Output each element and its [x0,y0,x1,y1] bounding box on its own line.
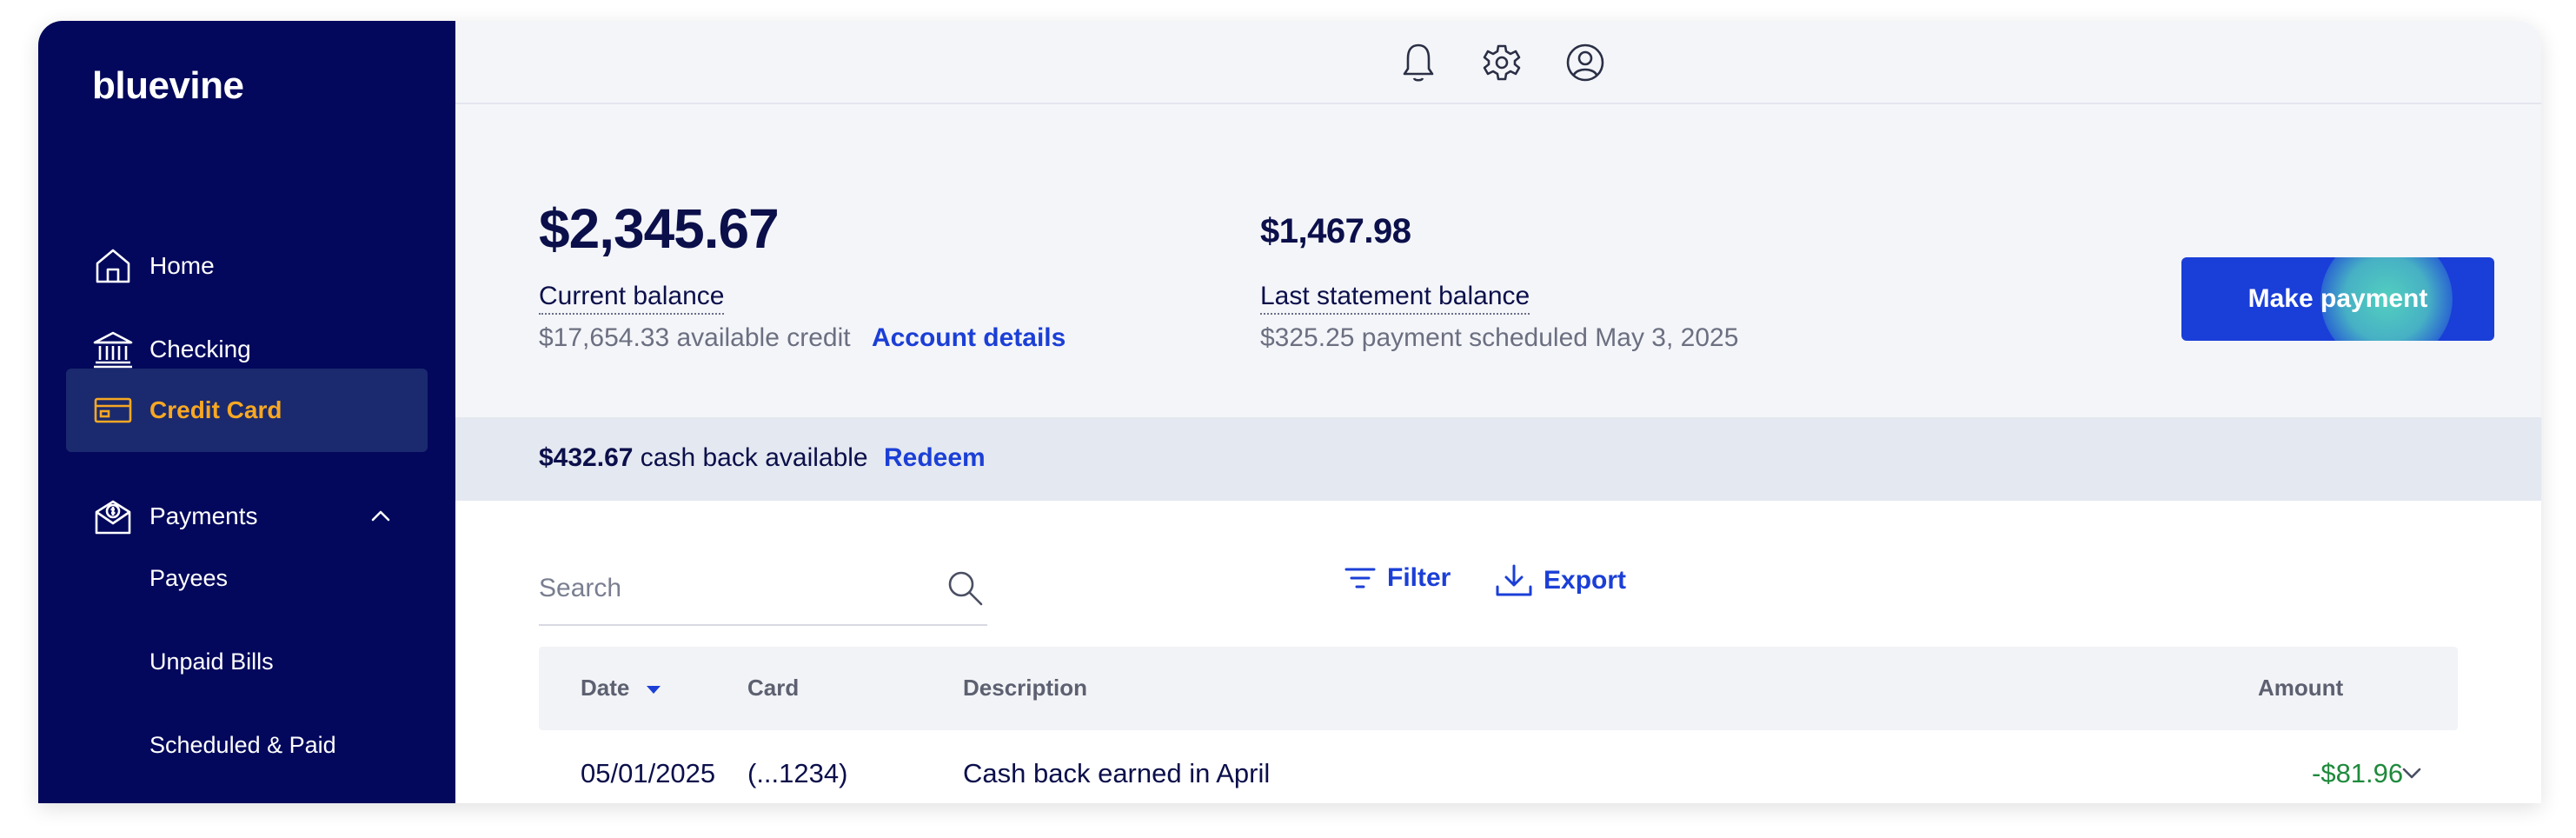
column-header-date[interactable]: Date [581,675,662,702]
bank-icon [92,329,134,370]
cashback-text: $432.67 cash back available Redeem [539,443,986,473]
filter-label: Filter [1387,563,1451,592]
row-description: Cash back earned in April [963,758,1271,788]
statement-balance-amount: $1,467.98 [1260,212,1411,250]
sidebar-item-label: Home [149,252,215,279]
balance-summary: $2,345.67 Current balance $17,654.33 ava… [455,104,2541,417]
export-label: Export [1544,566,1627,595]
bell-icon[interactable] [1396,40,1441,85]
search-icon[interactable] [946,569,986,609]
make-payment-button[interactable]: Make payment [2181,257,2494,341]
app-window: bluevine Home Checking Credit Card Payme… [38,21,2541,803]
sort-desc-icon [646,686,661,695]
search-input[interactable] [539,569,921,609]
export-button[interactable]: Export [1495,563,1626,598]
sidebar-item-payments[interactable]: Payments [66,475,428,558]
home-icon [92,245,134,287]
payments-icon [92,495,134,537]
sidebar-item-label: Payments [149,502,258,529]
account-icon[interactable] [1563,40,1608,85]
cashback-amount: $432.67 [539,443,634,472]
sidebar-subitem-scheduled-paid[interactable]: Scheduled & Paid [149,732,336,759]
sidebar-item-home[interactable]: Home [66,224,428,308]
column-header-description[interactable]: Description [963,675,1087,702]
current-balance-label[interactable]: Current balance [539,282,725,315]
search-field [539,551,987,626]
cashback-banner: $432.67 cash back available Redeem [455,417,2541,501]
make-payment-label: Make payment [2247,284,2428,313]
row-amount: -$81.96 [2312,758,2404,788]
chevron-down-icon[interactable] [2399,760,2425,786]
top-bar [455,21,2541,104]
bluevine-logo[interactable]: bluevine [92,64,244,108]
sidebar-subitem-unpaid-bills[interactable]: Unpaid Bills [149,648,274,675]
sidebar: bluevine Home Checking Credit Card Payme… [38,21,455,803]
transactions-table-header: Date Card Description Amount [539,647,2458,730]
chevron-up-icon[interactable] [368,504,393,529]
sidebar-subitem-payees[interactable]: Payees [149,565,228,592]
statement-balance-label[interactable]: Last statement balance [1260,282,1530,315]
row-card: (...1234) [747,758,848,788]
sidebar-item-label: Checking [149,336,251,362]
sidebar-item-label: Credit Card [149,396,282,423]
sidebar-item-credit-card[interactable]: Credit Card [66,369,428,452]
available-credit-row: $17,654.33 available credit Account deta… [539,323,1066,353]
account-details-link[interactable]: Account details [872,323,1066,352]
main-content: $2,345.67 Current balance $17,654.33 ava… [455,21,2541,803]
credit-card-icon [92,389,134,431]
redeem-link[interactable]: Redeem [884,443,986,472]
gear-icon[interactable] [1479,40,1524,85]
column-header-card[interactable]: Card [747,675,799,702]
available-credit-text: $17,654.33 available credit [539,323,851,352]
payment-scheduled-text: $325.25 payment scheduled May 3, 2025 [1260,323,1739,352]
filter-icon [1344,568,1376,589]
filter-button[interactable]: Filter [1344,563,1451,593]
current-balance-amount: $2,345.67 [539,197,780,260]
column-header-amount[interactable]: Amount [2258,675,2343,702]
download-icon [1496,564,1532,596]
table-row[interactable]: 05/01/2025 (...1234) Cash back earned in… [539,730,2458,803]
cashback-label: cash back available [633,443,868,472]
row-date: 05/01/2025 [581,758,716,788]
